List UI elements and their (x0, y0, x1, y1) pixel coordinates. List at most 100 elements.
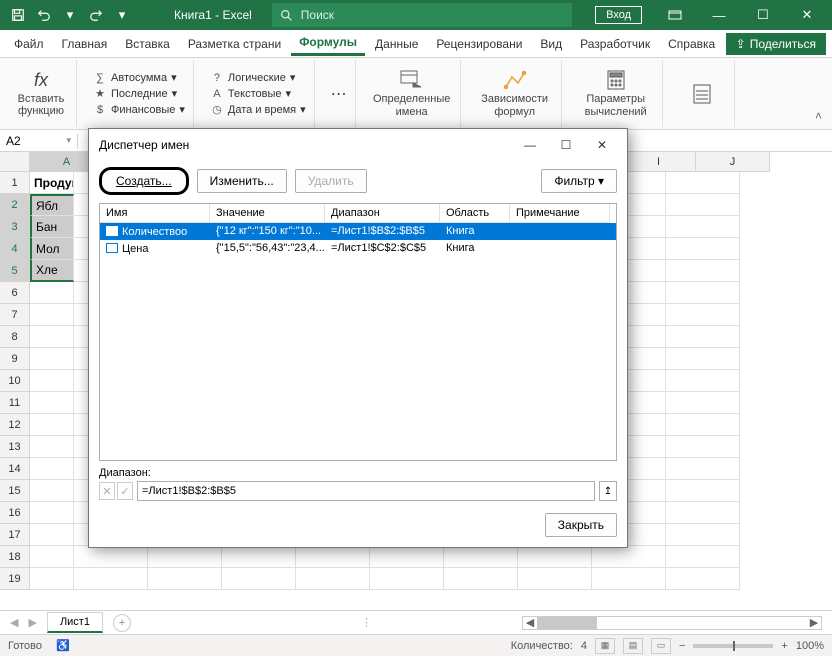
cell[interactable] (666, 480, 740, 502)
cell[interactable] (666, 172, 740, 194)
tab-developer[interactable]: Разработчик (572, 33, 658, 55)
row-header[interactable]: 5 (0, 260, 30, 282)
formula-auditing-group[interactable]: Зависимости формул (469, 60, 562, 127)
scroll-left-icon[interactable]: ◀ (523, 616, 537, 630)
row-header[interactable]: 15 (0, 480, 30, 502)
view-normal-icon[interactable]: ▦ (595, 638, 615, 654)
row-header[interactable]: 2 (0, 194, 30, 216)
row-header[interactable]: 8 (0, 326, 30, 348)
cell[interactable] (74, 568, 148, 590)
financial-button[interactable]: $Финансовые ▾ (93, 103, 185, 117)
tab-file[interactable]: Файл (6, 33, 52, 55)
tab-view[interactable]: Вид (532, 33, 570, 55)
split-handle[interactable]: ⋮ (361, 616, 372, 629)
cell[interactable] (666, 414, 740, 436)
zoom-slider[interactable] (693, 644, 773, 648)
tab-home[interactable]: Главная (54, 33, 116, 55)
undo-icon[interactable] (32, 3, 56, 27)
cell[interactable] (666, 502, 740, 524)
tab-review[interactable]: Рецензировани (428, 33, 530, 55)
cell[interactable] (296, 568, 370, 590)
datetime-button[interactable]: ◷Дата и время ▾ (210, 103, 306, 117)
dialog-maximize-icon[interactable]: ☐ (551, 134, 581, 156)
cell[interactable] (370, 546, 444, 568)
name-box[interactable]: A2▾ (0, 134, 78, 148)
recent-button[interactable]: ★Последние ▾ (93, 87, 185, 101)
login-button[interactable]: Вход (595, 6, 642, 24)
dialog-close-icon[interactable]: ✕ (587, 134, 617, 156)
col-note[interactable]: Примечание (510, 204, 610, 223)
search-box[interactable]: Поиск (272, 3, 572, 27)
col-scope[interactable]: Область (440, 204, 510, 223)
defined-names-group[interactable]: Определенные имена (364, 60, 461, 127)
maximize-icon[interactable]: ☐ (742, 0, 784, 30)
col-value[interactable]: Значение (210, 204, 325, 223)
cell[interactable] (444, 568, 518, 590)
row-header[interactable]: 11 (0, 392, 30, 414)
cell[interactable]: Хле (30, 260, 74, 282)
create-name-button[interactable]: Создать... (99, 167, 189, 195)
cell[interactable] (666, 348, 740, 370)
cell[interactable] (222, 568, 296, 590)
cell[interactable] (666, 568, 740, 590)
dialog-titlebar[interactable]: Диспетчер имен — ☐ ✕ (89, 129, 627, 161)
cell[interactable]: Бан (30, 216, 74, 238)
cell[interactable] (666, 524, 740, 546)
accessibility-icon[interactable]: ♿ (56, 639, 70, 652)
add-sheet-button[interactable]: + (113, 614, 131, 632)
dialog-minimize-icon[interactable]: — (515, 134, 545, 156)
close-button[interactable]: Закрыть (545, 513, 617, 537)
row-header[interactable]: 19 (0, 568, 30, 590)
calc-options-group[interactable]: Параметры вычислений (570, 60, 663, 127)
cell[interactable] (518, 546, 592, 568)
cell[interactable] (30, 348, 74, 370)
table-row[interactable]: Количествоо {"12 кг":"150 кг":"10... =Ли… (100, 223, 616, 240)
chevron-down-icon[interactable]: ▾ (66, 135, 71, 146)
cell[interactable] (592, 546, 666, 568)
cell[interactable] (666, 282, 740, 304)
save-icon[interactable] (6, 3, 30, 27)
cell[interactable] (666, 260, 740, 282)
cell[interactable] (666, 304, 740, 326)
edit-name-button[interactable]: Изменить... (197, 169, 287, 193)
cell[interactable] (592, 568, 666, 590)
cell[interactable] (666, 194, 740, 216)
view-layout-icon[interactable]: ▤ (623, 638, 643, 654)
row-header[interactable]: 18 (0, 546, 30, 568)
col-range[interactable]: Диапазон (325, 204, 440, 223)
col-name[interactable]: Имя (100, 204, 210, 223)
cell[interactable] (666, 370, 740, 392)
row-header[interactable]: 9 (0, 348, 30, 370)
row-header[interactable]: 3 (0, 216, 30, 238)
cell[interactable] (148, 568, 222, 590)
cell[interactable] (666, 546, 740, 568)
cell[interactable] (666, 326, 740, 348)
share-button[interactable]: ⇪Поделиться (726, 33, 826, 55)
cell[interactable] (74, 546, 148, 568)
undo-menu-icon[interactable]: ▾ (58, 3, 82, 27)
cell[interactable] (666, 238, 740, 260)
autosum-button[interactable]: ∑Автосумма ▾ (93, 71, 185, 85)
cell[interactable] (148, 546, 222, 568)
select-all-corner[interactable] (0, 152, 30, 172)
row-header[interactable]: 14 (0, 458, 30, 480)
sheet-nav-next-icon[interactable]: ▶ (28, 616, 36, 629)
close-icon[interactable]: ✕ (786, 0, 828, 30)
range-input[interactable] (137, 481, 595, 501)
cell[interactable] (666, 436, 740, 458)
cell[interactable] (30, 304, 74, 326)
cell[interactable]: Мол (30, 238, 74, 260)
cell[interactable] (30, 546, 74, 568)
col-header[interactable]: J (696, 152, 770, 172)
row-header[interactable]: 1 (0, 172, 30, 194)
zoom-in-icon[interactable]: + (781, 640, 787, 652)
cell[interactable] (30, 436, 74, 458)
row-header[interactable]: 10 (0, 370, 30, 392)
zoom-out-icon[interactable]: − (679, 640, 685, 652)
cell[interactable] (370, 568, 444, 590)
col-header[interactable]: I (622, 152, 696, 172)
tab-data[interactable]: Данные (367, 33, 426, 55)
row-header[interactable]: 13 (0, 436, 30, 458)
tab-formulas[interactable]: Формулы (291, 31, 365, 56)
more-functions[interactable]: ⋯ (323, 60, 356, 127)
